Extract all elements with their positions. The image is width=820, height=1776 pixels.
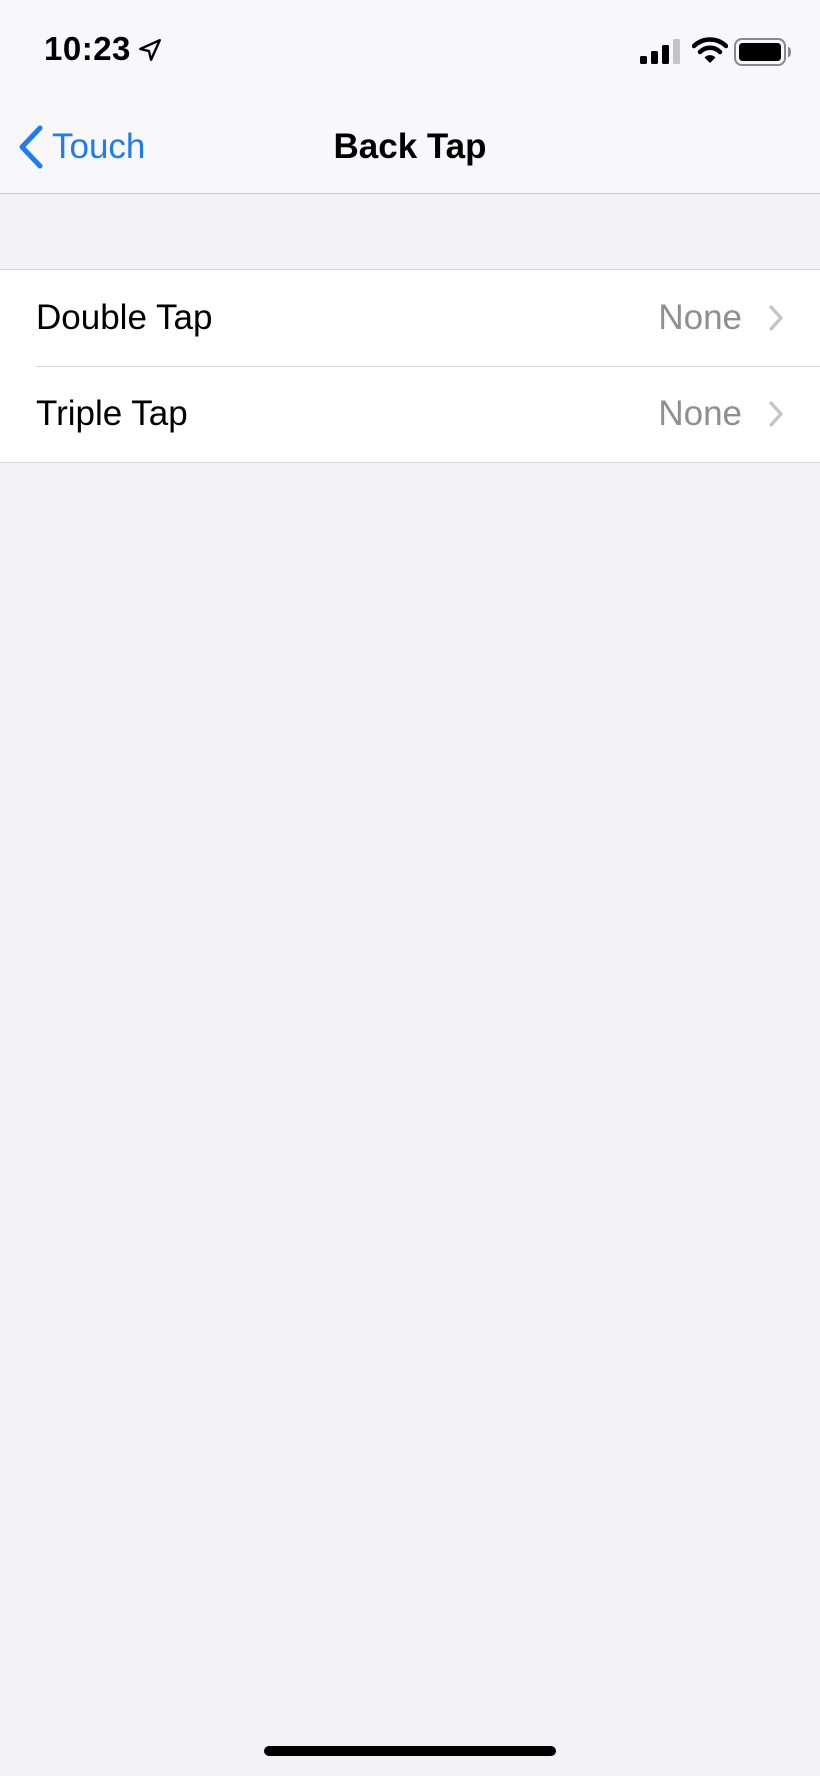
wifi-icon xyxy=(692,37,728,63)
location-arrow-icon xyxy=(139,39,161,61)
settings-list: Double Tap None Triple Tap None xyxy=(0,269,820,463)
triple-tap-row[interactable]: Triple Tap None xyxy=(0,366,820,462)
row-value: None xyxy=(658,394,742,433)
navigation-bar: Touch Back Tap xyxy=(0,100,820,194)
status-bar: 10:23 xyxy=(0,0,820,100)
page-title: Back Tap xyxy=(333,127,487,166)
double-tap-row[interactable]: Double Tap None xyxy=(0,270,820,366)
home-indicator[interactable] xyxy=(264,1746,556,1756)
battery-icon xyxy=(734,38,791,66)
cellular-signal-icon xyxy=(640,39,680,64)
status-time: 10:23 xyxy=(44,30,131,67)
row-label: Triple Tap xyxy=(36,394,188,433)
chevron-right-icon xyxy=(769,305,783,331)
chevron-right-icon xyxy=(769,401,783,427)
row-label: Double Tap xyxy=(36,298,213,337)
row-value: None xyxy=(658,298,742,337)
